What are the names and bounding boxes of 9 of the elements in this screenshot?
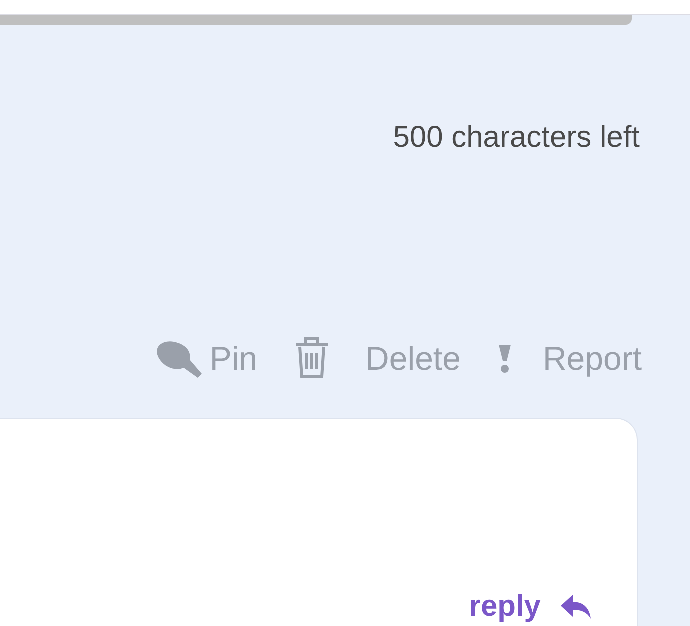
- pin-link[interactable]: Pin: [210, 339, 258, 379]
- trash-icon: [294, 337, 330, 381]
- delete-link[interactable]: Delete: [366, 339, 461, 379]
- character-counter: 500 characters left: [393, 121, 640, 155]
- report-link[interactable]: Report: [542, 339, 642, 379]
- text-area[interactable]: [0, 0, 690, 15]
- reply-link[interactable]: reply: [469, 590, 593, 624]
- reply-icon: [559, 593, 593, 621]
- exclamation-icon: [496, 343, 513, 375]
